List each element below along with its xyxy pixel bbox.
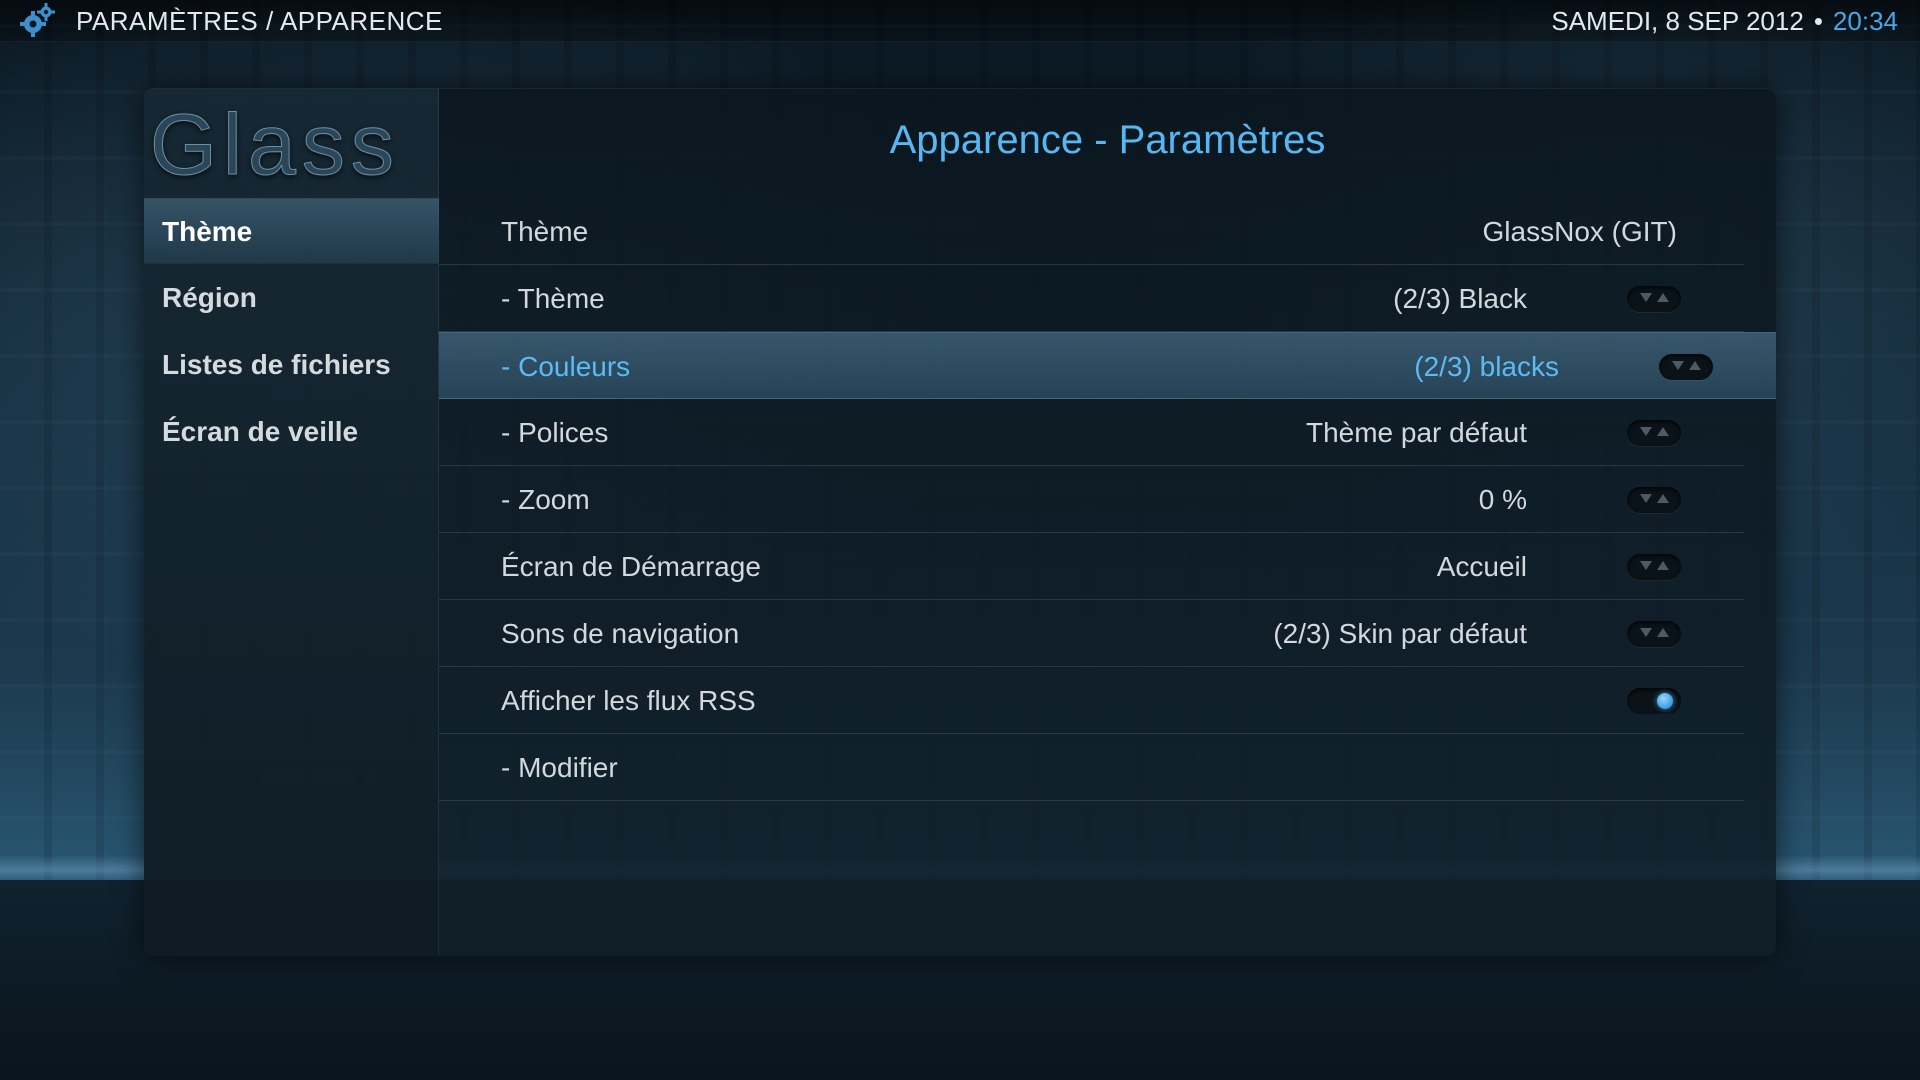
clock-time: 20:34 [1832,6,1898,36]
arrow-up-icon[interactable] [1657,494,1669,503]
arrow-down-icon[interactable] [1640,561,1652,570]
setting-label: - Thème [501,283,605,314]
setting-value: 0 % [1478,484,1527,515]
setting-label: Écran de Démarrage [501,551,761,582]
sidebar-item-region[interactable]: Région [144,265,439,331]
date-label: SAMEDI, 8 SEP 2012 [1551,6,1804,36]
arrow-down-icon[interactable] [1640,427,1652,436]
value-spinner[interactable] [1627,286,1681,312]
value-spinner[interactable] [1659,354,1713,380]
value-spinner[interactable] [1627,621,1681,647]
setting-row-navigation-sounds[interactable]: Sons de navigation (2/3) Skin par défaut [439,600,1744,667]
arrow-down-icon[interactable] [1640,494,1652,503]
setting-value: (2/3) Skin par défaut [1273,618,1527,649]
setting-label: - Couleurs [501,351,631,382]
value-spinner[interactable] [1627,420,1681,446]
top-bar: PARAMÈTRES / APPARENCE SAMEDI, 8 SEP 201… [0,0,1920,42]
toggle-knob [1657,693,1673,709]
setting-row-zoom[interactable]: - Zoom 0 % [439,466,1744,533]
setting-row-edit-rss[interactable]: - Modifier [439,734,1744,801]
arrow-down-icon[interactable] [1640,628,1652,637]
setting-value: GlassNox (GIT) [1482,216,1677,247]
page-title: Apparence - Paramètres [889,118,1326,162]
setting-value: Thème par défaut [1305,417,1527,448]
setting-row-rss[interactable]: Afficher les flux RSS [439,667,1744,734]
setting-label: - Modifier [501,752,618,783]
arrow-up-icon[interactable] [1657,293,1669,302]
sidebar-item-screensaver[interactable]: Écran de veille [144,399,439,465]
setting-row-skin[interactable]: Thème GlassNox (GIT) [439,198,1744,265]
date-time-separator: • [1813,6,1823,36]
setting-label: - Polices [501,417,609,448]
setting-row-colors[interactable]: - Couleurs (2/3) blacks [439,332,1776,399]
settings-panel: Glass Thème Région Listes de fichiers Éc… [144,88,1776,956]
skin-logo: Glass [150,97,400,194]
setting-label: Thème [501,216,589,247]
settings-sidebar: Glass Thème Région Listes de fichiers Éc… [144,88,439,956]
setting-value: Accueil [1436,551,1527,582]
rss-toggle[interactable] [1627,688,1681,714]
setting-label: Sons de navigation [501,618,740,649]
arrow-up-icon[interactable] [1689,361,1701,370]
arrow-up-icon[interactable] [1657,628,1669,637]
date-time: SAMEDI, 8 SEP 2012 • 20:34 [1551,6,1898,37]
breadcrumb: PARAMÈTRES / APPARENCE [76,6,443,36]
setting-row-theme[interactable]: - Thème (2/3) Black [439,265,1744,332]
setting-label: - Zoom [501,484,590,515]
sidebar-item-file-lists[interactable]: Listes de fichiers [144,332,439,398]
arrow-down-icon[interactable] [1672,361,1684,370]
setting-row-startup-window[interactable]: Écran de Démarrage Accueil [439,533,1744,600]
arrow-up-icon[interactable] [1657,427,1669,436]
setting-label: Afficher les flux RSS [501,685,756,716]
arrow-up-icon[interactable] [1657,561,1669,570]
arrow-down-icon[interactable] [1640,293,1652,302]
setting-row-fonts[interactable]: - Polices Thème par défaut [439,399,1744,466]
setting-value: (2/3) blacks [1414,351,1559,382]
setting-value: (2/3) Black [1393,283,1527,314]
gear-icon [20,3,55,37]
sidebar-item-theme[interactable]: Thème [144,198,439,264]
value-spinner[interactable] [1627,487,1681,513]
value-spinner[interactable] [1627,554,1681,580]
